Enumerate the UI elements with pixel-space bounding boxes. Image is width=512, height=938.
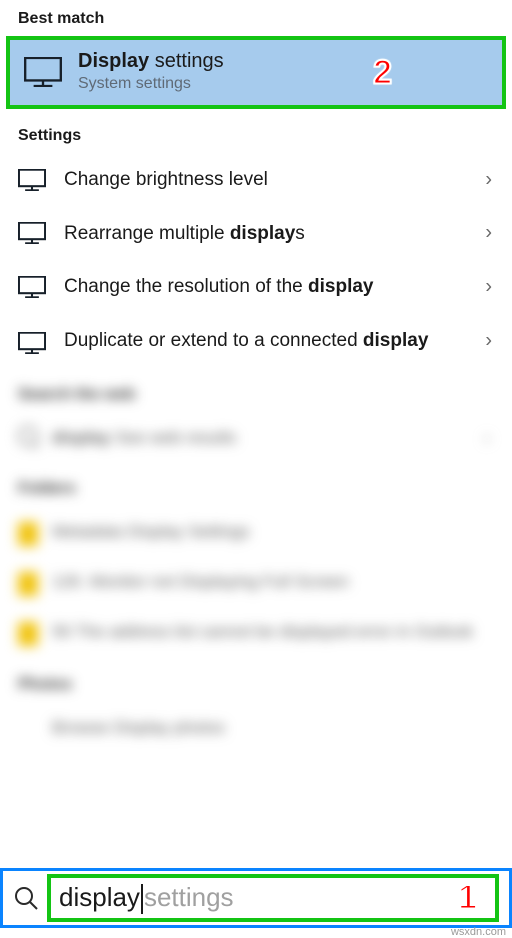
annotation-marker-1: 1 xyxy=(458,879,477,918)
chevron-right-icon: › xyxy=(485,329,492,352)
best-match-title: Display settings xyxy=(78,50,224,73)
settings-label: Change the resolution of the display xyxy=(64,274,494,300)
monitor-icon xyxy=(18,222,46,244)
monitor-icon xyxy=(18,332,46,354)
settings-list: Change brightness level › Rearrange mult… xyxy=(0,153,512,368)
blurred-photos: Photos Browse Display photos xyxy=(0,676,512,752)
settings-item-brightness[interactable]: Change brightness level › xyxy=(6,153,506,207)
best-match-header: Best match xyxy=(0,0,512,36)
settings-item-duplicate[interactable]: Duplicate or extend to a connected displ… xyxy=(6,314,506,368)
monitor-icon xyxy=(18,169,46,191)
settings-label: Change brightness level xyxy=(64,167,494,193)
best-match-result[interactable]: Display settings System settings 2 xyxy=(6,36,506,109)
blurred-folders: Folders Metadata Display Settings 126. M… xyxy=(0,480,512,658)
watermark: wsxdn.com xyxy=(451,926,506,938)
monitor-icon xyxy=(24,57,62,87)
search-input-highlight[interactable]: displaysettings 1 xyxy=(47,874,499,922)
blurred-search-web: Search the web display See web results › xyxy=(0,386,512,462)
search-icon xyxy=(13,885,39,911)
search-input[interactable]: displaysettings xyxy=(59,882,234,914)
settings-label: Duplicate or extend to a connected displ… xyxy=(64,328,494,354)
monitor-icon xyxy=(18,276,46,298)
best-match-text: Display settings System settings xyxy=(78,50,224,93)
settings-item-rearrange[interactable]: Rearrange multiple displays › xyxy=(6,207,506,261)
chevron-right-icon: › xyxy=(485,168,492,191)
chevron-right-icon: › xyxy=(485,222,492,245)
settings-header: Settings xyxy=(0,109,512,153)
search-bar[interactable]: displaysettings 1 xyxy=(0,868,512,928)
settings-label: Rearrange multiple displays xyxy=(64,221,494,247)
chevron-right-icon: › xyxy=(485,276,492,299)
best-match-subtitle: System settings xyxy=(78,75,224,93)
annotation-marker-2: 2 xyxy=(373,53,392,92)
settings-item-resolution[interactable]: Change the resolution of the display › xyxy=(6,260,506,314)
